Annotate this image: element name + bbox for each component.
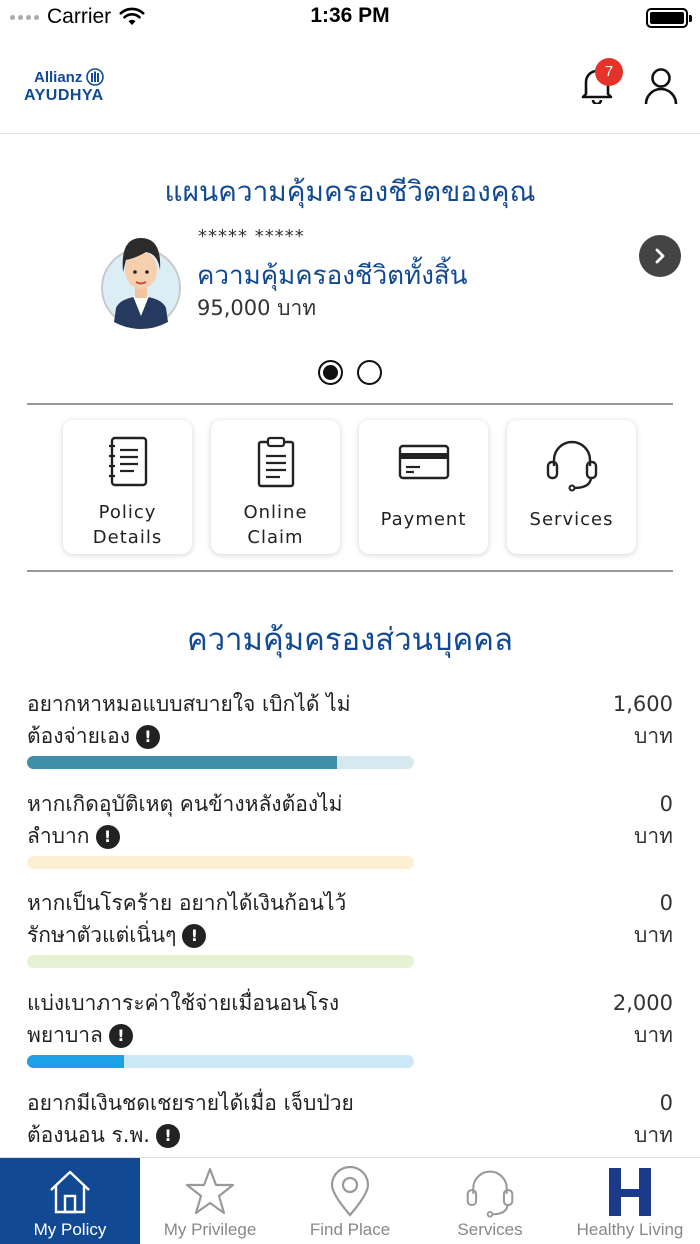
allianz-ayudhya-logo: Allianz AYUDHYA <box>24 68 134 105</box>
tab-label: My Policy <box>33 1220 107 1239</box>
quick-actions: Policy Details Online Claim Payment Serv… <box>63 420 636 554</box>
services-label: Services <box>529 509 614 530</box>
tab-services[interactable]: Services <box>420 1158 560 1244</box>
logo-text-top: Allianz <box>34 68 83 86</box>
coverage-progress-bar <box>27 856 414 869</box>
clipboard-icon <box>257 436 294 488</box>
coverage-value: 2,000 บาท <box>612 991 673 1047</box>
coverage-description: อยากหาหมอแบบสบายใจ เบิกได้ ไม่ ต้องจ่ายเ… <box>27 692 351 749</box>
user-icon[interactable] <box>642 66 680 106</box>
info-icon[interactable]: ! <box>108 1024 133 1048</box>
page-dot-2[interactable] <box>357 360 382 385</box>
services-button[interactable]: Services <box>507 420 636 554</box>
map-pin-icon <box>330 1166 370 1217</box>
house-icon <box>50 1170 90 1214</box>
coverage-description: แบ่งเบาภาระค่าใช้จ่ายเมื่อนอนโรง พยาบาล! <box>27 991 340 1048</box>
policy-details-label: Policy Details <box>92 502 163 548</box>
tab-bar: My Policy My Privilege Find Place Servic… <box>0 1157 700 1244</box>
carousel-pagination <box>0 360 700 385</box>
plan-title: แผนความคุ้มครองชีวิตของคุณ <box>164 175 536 208</box>
coverage-item-critical-illness[interactable]: หากเป็นโรคร้าย อยากได้เงินก้อนไว้ รักษาต… <box>27 887 673 977</box>
coverage-value: 0 บาท <box>634 1091 673 1147</box>
coverage-progress-bar <box>27 756 414 769</box>
coverage-description: อยากมีเงินชดเชยรายได้เมื่อ เจ็บป่วย ต้อง… <box>27 1091 354 1148</box>
tab-label: Find Place <box>309 1220 391 1239</box>
payment-label: Payment <box>380 509 467 530</box>
tab-find-place[interactable]: Find Place <box>280 1158 420 1244</box>
coverage-label: ความคุ้มครองชีวิตทั้งสิ้น <box>197 261 468 291</box>
coverage-item-accident[interactable]: หากเกิดอุบัติเหตุ คนข้างหลังต้องไม่ ลำบา… <box>27 788 673 878</box>
coverage-value: 0 บาท <box>634 891 673 947</box>
coverage-item-opd[interactable]: อยากหาหมอแบบสบายใจ เบิกได้ ไม่ ต้องจ่ายเ… <box>27 688 673 778</box>
info-icon[interactable]: ! <box>155 1124 180 1148</box>
coverage-progress-bar <box>27 955 414 968</box>
tab-my-policy[interactable]: My Policy <box>0 1158 140 1244</box>
divider-bottom <box>27 570 673 572</box>
divider-top <box>27 403 673 405</box>
coverage-amount: 95,000 บาท <box>197 296 317 320</box>
app-header: Allianz AYUDHYA 7 <box>0 36 700 134</box>
coverage-description: หากเป็นโรคร้าย อยากได้เงินก้อนไว้ รักษาต… <box>27 891 347 948</box>
info-icon[interactable]: ! <box>95 825 120 849</box>
coverage-item-hospital[interactable]: แบ่งเบาภาระค่าใช้จ่ายเมื่อนอนโรง พยาบาล!… <box>27 987 673 1077</box>
notification-badge: 7 <box>595 58 623 86</box>
online-claim-label: Online Claim <box>243 502 308 548</box>
coverage-value: 1,600 บาท <box>612 692 673 748</box>
clock: 1:36 PM <box>310 4 390 27</box>
chevron-right-icon <box>655 248 665 264</box>
tab-label: Services <box>457 1220 523 1239</box>
notebook-icon <box>108 436 147 487</box>
allianz-eagle-icon <box>86 68 105 86</box>
tab-label: My Privilege <box>163 1220 257 1239</box>
info-icon[interactable]: ! <box>135 725 160 749</box>
status-bar: Carrier 1:36 PM <box>0 0 700 36</box>
policy-holder-name: ***** ***** <box>198 226 305 247</box>
headset-icon <box>546 440 597 492</box>
credit-card-icon <box>398 444 449 480</box>
payment-button[interactable]: Payment <box>359 420 488 554</box>
battery-icon <box>646 8 692 28</box>
headset-icon <box>466 1170 514 1218</box>
policy-details-button[interactable]: Policy Details <box>63 420 192 554</box>
info-icon[interactable]: ! <box>182 924 207 948</box>
avatar-icon <box>101 238 181 329</box>
tab-label: Healthy Living <box>576 1220 684 1239</box>
coverage-value: 0 บาท <box>634 792 673 848</box>
personal-coverage-title: ความคุ้มครองส่วนบุคคล <box>187 622 513 658</box>
online-claim-button[interactable]: Online Claim <box>211 420 340 554</box>
coverage-progress-bar <box>27 1055 414 1068</box>
next-plan-button[interactable] <box>639 235 681 277</box>
logo-text-bottom: AYUDHYA <box>24 87 104 104</box>
tab-healthy-living[interactable]: Healthy Living <box>560 1158 700 1244</box>
coverage-description: หากเกิดอุบัติเหตุ คนข้างหลังต้องไม่ ลำบา… <box>27 792 343 849</box>
healthy-living-logo-icon <box>609 1168 651 1216</box>
tab-my-privilege[interactable]: My Privilege <box>140 1158 280 1244</box>
star-icon <box>185 1167 235 1215</box>
page-dot-1[interactable] <box>318 360 343 385</box>
